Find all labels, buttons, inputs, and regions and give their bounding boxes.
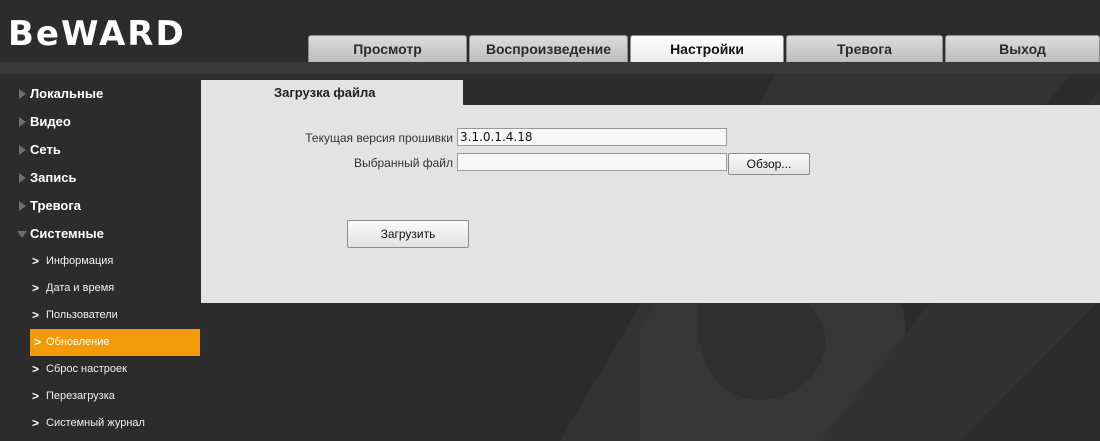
sidebar: Локальные Видео Сеть Запись Тревога Сист… <box>0 80 200 437</box>
sidebar-subitem-users[interactable]: > Пользователи <box>0 302 200 329</box>
triangle-right-icon <box>19 117 26 127</box>
firmware-version-label: Текущая версия прошивки <box>305 131 453 145</box>
sidebar-subitem-label: Системный журнал <box>46 417 145 429</box>
sidebar-item-label: Запись <box>30 170 77 185</box>
sidebar-subitem-datetime[interactable]: > Дата и время <box>0 275 200 302</box>
triangle-down-icon <box>17 231 27 238</box>
chevron-right-icon: > <box>32 281 40 295</box>
tab-alarm[interactable]: Тревога <box>786 35 943 62</box>
sidebar-item-alarm[interactable]: Тревога <box>0 192 200 220</box>
tab-file-upload[interactable]: Загрузка файла <box>201 80 463 105</box>
sidebar-item-label: Сеть <box>30 142 61 157</box>
sidebar-subitem-label: Сброс настроек <box>46 363 127 375</box>
app-window: BeWARD Просмотр Воспроизведение Настройк… <box>0 0 1100 441</box>
triangle-right-icon <box>19 201 26 211</box>
sidebar-item-local[interactable]: Локальные <box>0 80 200 108</box>
sidebar-item-label: Локальные <box>30 86 104 101</box>
sidebar-item-video[interactable]: Видео <box>0 108 200 136</box>
sidebar-item-network[interactable]: Сеть <box>0 136 200 164</box>
brand-logo: BeWARD <box>8 14 186 54</box>
tab-playback[interactable]: Воспроизведение <box>469 35 628 62</box>
sidebar-subitem-info[interactable]: > Информация <box>0 248 200 275</box>
upload-button[interactable]: Загрузить <box>347 220 469 248</box>
sidebar-item-label: Тревога <box>30 198 82 213</box>
sidebar-subitem-label: Пользователи <box>46 309 118 321</box>
browse-button[interactable]: Обзор... <box>728 153 810 175</box>
chevron-right-icon: > <box>32 308 40 322</box>
sidebar-item-label: Видео <box>30 114 71 129</box>
sidebar-item-system[interactable]: Системные <box>0 220 200 248</box>
sidebar-subitem-label: Информация <box>46 255 114 267</box>
tab-view[interactable]: Просмотр <box>308 35 467 62</box>
sidebar-subitem-update[interactable]: > Обновление <box>30 329 200 356</box>
triangle-right-icon <box>19 173 26 183</box>
chevron-right-icon: > <box>32 362 40 376</box>
top-header: BeWARD Просмотр Воспроизведение Настройк… <box>0 0 1100 62</box>
sidebar-item-record[interactable]: Запись <box>0 164 200 192</box>
sidebar-subitem-label: Дата и время <box>46 282 115 294</box>
chevron-right-icon: > <box>32 254 40 268</box>
sidebar-subitem-reset[interactable]: > Сброс настроек <box>0 356 200 383</box>
selected-file-input[interactable] <box>457 153 727 171</box>
sidebar-subitem-label: Обновление <box>46 336 110 348</box>
triangle-right-icon <box>19 89 26 99</box>
sidebar-subitem-syslog[interactable]: > Системный журнал <box>0 410 200 437</box>
chevron-right-icon: > <box>34 335 42 349</box>
update-panel: Текущая версия прошивки 3.1.0.1.4.18 Выб… <box>201 105 1100 303</box>
tab-exit[interactable]: Выход <box>945 35 1100 62</box>
triangle-right-icon <box>19 145 26 155</box>
header-divider <box>0 62 1100 74</box>
sidebar-item-label: Системные <box>30 226 104 241</box>
tab-settings[interactable]: Настройки <box>630 35 784 62</box>
firmware-version-field: 3.1.0.1.4.18 <box>457 128 727 146</box>
sidebar-subitem-label: Перезагрузка <box>46 390 115 402</box>
sidebar-subitem-reboot[interactable]: > Перезагрузка <box>0 383 200 410</box>
chevron-right-icon: > <box>32 416 40 430</box>
chevron-right-icon: > <box>32 389 40 403</box>
selected-file-label: Выбранный файл <box>353 156 453 170</box>
